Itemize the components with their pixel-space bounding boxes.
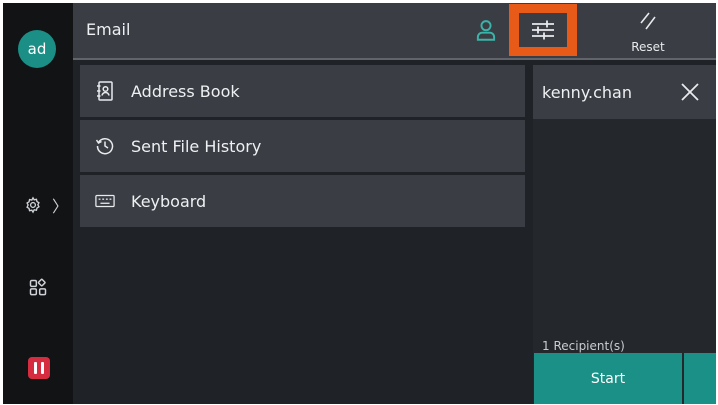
chevron-right-icon: 〉	[51, 197, 68, 216]
header-bar: Email Reset	[73, 3, 716, 60]
close-icon[interactable]	[679, 81, 701, 103]
reset-label: Reset	[631, 40, 665, 54]
options-button-inner	[519, 13, 567, 47]
menu-item-keyboard[interactable]: Keyboard	[80, 175, 525, 227]
app-window: ad 〉 Email Reset Address Book Sent File …	[3, 3, 716, 404]
page-title: Email	[86, 20, 131, 39]
recipient-count: 1 Recipient(s)	[542, 339, 625, 353]
menu-item-sent-file-history[interactable]: Sent File History	[80, 120, 525, 172]
address-book-icon	[95, 81, 115, 101]
reset-icon	[640, 12, 656, 30]
keyboard-icon	[95, 191, 115, 211]
sliders-icon	[532, 20, 554, 40]
apps-icon	[29, 278, 47, 296]
apps-button[interactable]	[23, 273, 53, 303]
menu-item-label: Keyboard	[131, 191, 207, 211]
start-button-edge	[684, 353, 716, 404]
menu-item-label: Address Book	[131, 81, 240, 101]
recipient-entry[interactable]: kenny.chan	[533, 65, 716, 119]
pause-icon	[41, 362, 44, 374]
gear-icon	[26, 196, 40, 214]
avatar[interactable]: ad	[18, 30, 56, 68]
stop-button[interactable]	[28, 357, 50, 379]
settings-button[interactable]: 〉	[21, 189, 71, 221]
pause-icon	[34, 362, 37, 374]
start-button[interactable]: Start	[534, 353, 682, 404]
menu-item-address-book[interactable]: Address Book	[80, 65, 525, 117]
recipient-name: kenny.chan	[542, 82, 632, 102]
left-rail: ad 〉	[3, 3, 73, 404]
sender-button[interactable]	[473, 17, 499, 43]
options-button[interactable]	[509, 4, 577, 56]
menu-item-label: Sent File History	[131, 136, 262, 156]
reset-button[interactable]: Reset	[613, 9, 683, 55]
history-icon	[95, 136, 115, 156]
person-icon	[476, 20, 496, 41]
